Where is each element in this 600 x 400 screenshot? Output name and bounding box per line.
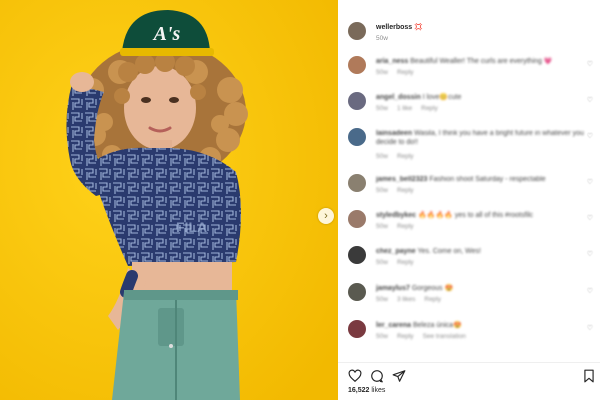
reply-button[interactable]: Reply <box>397 223 414 230</box>
comment-text: Beautiful Wealler! The curls are everyth… <box>410 58 553 65</box>
comment-username[interactable]: ler_carena <box>376 322 411 329</box>
cap-logo-text: A's <box>152 23 181 45</box>
post-photo[interactable]: A's FILA › <box>0 0 338 400</box>
likes-count[interactable]: 16,522 likes <box>348 387 385 394</box>
avatar[interactable] <box>348 210 366 228</box>
avatar[interactable] <box>348 92 366 110</box>
comment-username[interactable]: aria_ness <box>376 58 408 65</box>
comment-icon[interactable] <box>370 369 384 383</box>
comment-username[interactable]: styledbykec <box>376 212 416 219</box>
comments-panel: wellerboss 💢 50w aria_ness Beautiful Wea… <box>338 0 600 400</box>
post-action-bar <box>338 362 600 387</box>
comment-text: Beleza única😍 <box>412 322 462 329</box>
comment-text: Gorgeous 😍 <box>411 285 454 292</box>
comment-time: 50w <box>376 259 388 266</box>
reply-button[interactable]: Reply <box>397 187 414 194</box>
comment-username[interactable]: angel_dossin <box>376 94 421 101</box>
reply-button[interactable]: Reply <box>397 259 414 266</box>
bookmark-icon[interactable] <box>582 369 596 383</box>
comment-username[interactable]: chez_payne <box>376 248 416 255</box>
comment-time: 50w <box>376 69 388 76</box>
comment-username[interactable]: jamaylus7 <box>376 285 410 292</box>
author-badge: 💢 <box>414 24 423 31</box>
comment-text: Yes. Come on, Wes! <box>417 248 481 255</box>
shirt-logo-text: FILA <box>176 219 207 235</box>
like-comment-icon[interactable]: ♡ <box>587 287 593 295</box>
portrait-image: A's FILA <box>0 0 338 400</box>
share-icon[interactable] <box>392 369 406 383</box>
avatar[interactable] <box>348 128 366 146</box>
likes-number: 16,522 <box>348 387 370 394</box>
comment-time: 50w <box>376 187 388 194</box>
instagram-post-view: A's FILA › wellerboss 💢 50w aria_ness Be… <box>0 0 600 400</box>
like-comment-icon[interactable]: ♡ <box>587 250 593 258</box>
like-comment-icon[interactable]: ♡ <box>587 178 593 186</box>
comment-text: 🔥🔥🔥🔥 yes to all of this #rootsfilc <box>418 212 534 219</box>
avatar[interactable] <box>348 283 366 301</box>
reply-button[interactable]: Reply <box>397 69 414 76</box>
likes-label: likes <box>371 387 386 394</box>
comment-username[interactable]: lainsadeen <box>376 130 412 137</box>
author-username[interactable]: wellerboss <box>376 24 412 31</box>
like-comment-icon[interactable]: ♡ <box>587 60 593 68</box>
reply-button[interactable]: Reply <box>397 153 414 160</box>
avatar[interactable] <box>348 246 366 264</box>
like-comment-icon[interactable]: ♡ <box>587 96 593 104</box>
next-photo-button[interactable]: › <box>318 208 334 224</box>
comments-scroll-area[interactable]: wellerboss 💢 50w aria_ness Beautiful Wea… <box>338 0 600 360</box>
avatar[interactable] <box>348 174 366 192</box>
avatar[interactable] <box>348 320 366 338</box>
chevron-right-icon: › <box>324 209 328 222</box>
reply-button[interactable]: Reply <box>421 105 438 112</box>
comment-time: 50w <box>376 105 388 112</box>
avatar[interactable] <box>348 56 366 74</box>
comment-text: Fashion shoot Saturday - respectable <box>429 176 546 183</box>
like-comment-icon[interactable]: ♡ <box>587 132 593 140</box>
comment-likes[interactable]: 3 likes <box>397 296 415 303</box>
comment-time: 50w <box>376 153 388 160</box>
author-avatar[interactable] <box>348 22 366 40</box>
like-comment-icon[interactable]: ♡ <box>587 324 593 332</box>
comment-time: 50w <box>376 296 388 303</box>
like-comment-icon[interactable]: ♡ <box>587 214 593 222</box>
reply-button[interactable]: Reply <box>424 296 441 303</box>
comment-text: I love😊cute <box>422 94 462 101</box>
comment-username[interactable]: james_bell2323 <box>376 176 427 183</box>
comment-likes[interactable]: 1 like <box>397 105 412 112</box>
see-translation-link[interactable]: See translation <box>423 333 466 340</box>
comment-time: 50w <box>376 223 388 230</box>
reply-button[interactable]: Reply <box>397 333 414 340</box>
comment-time: 50w <box>376 333 388 340</box>
caption-time: 50w <box>376 35 388 42</box>
heart-icon[interactable] <box>348 369 362 383</box>
